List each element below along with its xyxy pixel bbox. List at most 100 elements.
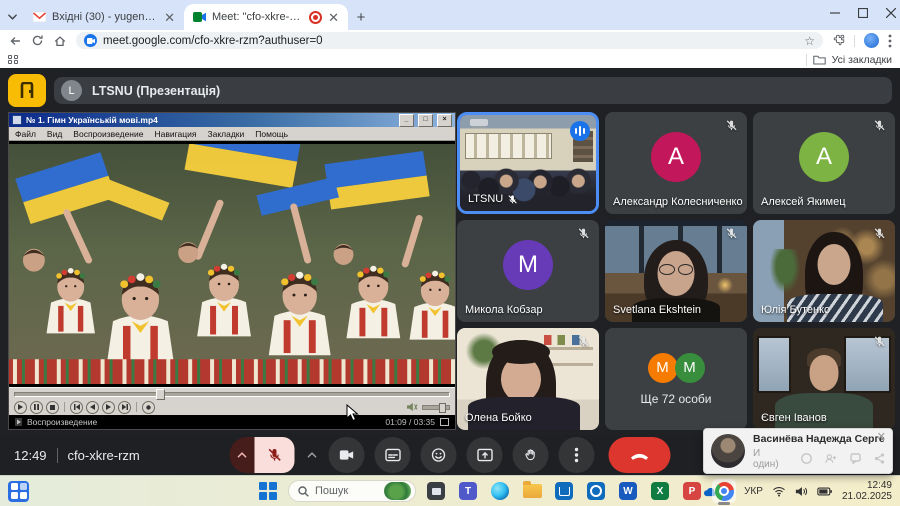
battery-icon[interactable] [817, 486, 833, 497]
more-participants-tile[interactable]: M M Ще 72 особи [605, 328, 747, 430]
notification-close-icon[interactable]: ✕ [877, 432, 886, 443]
add-contact-icon[interactable] [825, 453, 837, 464]
video-content[interactable] [9, 141, 455, 387]
edge-icon[interactable] [488, 479, 512, 503]
reactions-button[interactable] [421, 437, 457, 473]
participant-tile[interactable]: А Александр Колесниченко [605, 112, 747, 214]
excel-icon[interactable] [648, 479, 672, 503]
meet-page: L LTSNU (Презентація) № 1. Гімн Українсь… [0, 68, 900, 475]
menu-playback[interactable]: Воспроизведение [73, 129, 143, 139]
taskbar-search[interactable]: Пошук [288, 480, 416, 502]
taskbar-clock[interactable]: 12:49 21.02.2025 [842, 480, 892, 503]
apps-grid-icon[interactable] [8, 55, 18, 65]
stop-button[interactable] [46, 401, 59, 414]
language-indicator[interactable]: УКР [744, 486, 763, 497]
player-maximize-button[interactable]: □ [418, 114, 433, 127]
tab-close-icon[interactable]: ✕ [328, 11, 339, 24]
volume-muted-icon[interactable] [406, 402, 418, 412]
pdf-app-icon[interactable] [680, 479, 704, 503]
start-button[interactable] [256, 479, 280, 503]
camera-permission-icon[interactable] [84, 34, 97, 47]
camera-options-chevron[interactable] [305, 452, 319, 458]
mic-muted-icon [507, 194, 518, 205]
volume-thumb[interactable] [439, 403, 446, 413]
participant-name: LTSNU [468, 193, 503, 205]
new-tab-button[interactable]: + [348, 4, 374, 30]
participant-tile[interactable]: Юлія Бутенко [753, 220, 895, 322]
volume-icon[interactable] [795, 486, 808, 497]
share-icon[interactable] [874, 453, 885, 464]
pause-button[interactable] [30, 401, 43, 414]
participant-tile[interactable]: Євген Іванов [753, 328, 895, 430]
present-screen-button[interactable] [467, 437, 503, 473]
menu-navigation[interactable]: Навигация [154, 129, 196, 139]
participant-tile[interactable]: Олена Бойко [457, 328, 599, 430]
url-bar[interactable]: meet.google.com/cfo-xkre-rzm?authuser=0 … [76, 32, 823, 49]
snapshot-button[interactable] [142, 401, 155, 414]
skip-start-button[interactable] [70, 401, 83, 414]
mic-muted-icon [725, 227, 738, 240]
back-icon[interactable] [8, 34, 22, 48]
file-explorer-icon[interactable] [520, 479, 544, 503]
chrome-icon[interactable] [712, 479, 736, 503]
menu-help[interactable]: Помощь [255, 129, 288, 139]
ltsnu-app-icon[interactable] [8, 74, 46, 107]
playing-icon [15, 418, 22, 426]
step-forward-button[interactable] [102, 401, 115, 414]
participant-tile[interactable]: А Алексей Якимец [753, 112, 895, 214]
play-button[interactable] [14, 401, 27, 414]
menu-bookmarks[interactable]: Закладки [207, 129, 244, 139]
message-notification[interactable]: Васинёва Надежда Сергеевна И один) ✕ [703, 428, 893, 474]
wifi-icon[interactable] [772, 486, 786, 497]
window-controls [830, 2, 896, 24]
mic-toggle-button[interactable] [255, 437, 295, 473]
end-call-button[interactable] [609, 437, 671, 473]
profile-avatar[interactable] [864, 33, 879, 48]
volume-slider[interactable] [422, 405, 450, 410]
reload-icon[interactable] [31, 34, 44, 47]
close-button[interactable] [886, 8, 896, 18]
player-close-button[interactable]: × [437, 114, 452, 127]
browser-menu-icon[interactable] [888, 34, 892, 48]
player-window-icon [12, 115, 22, 125]
mic-muted-icon [725, 119, 738, 132]
participant-tile[interactable]: М Микола Кобзар [457, 220, 599, 322]
camera-toggle-button[interactable] [329, 437, 365, 473]
tab-close-icon[interactable]: ✕ [164, 11, 175, 24]
skip-end-button[interactable] [118, 401, 131, 414]
teams-icon[interactable] [456, 479, 480, 503]
mic-options-chevron[interactable] [230, 437, 255, 473]
tab-gmail[interactable]: Вхідні (30) - yugene4007@gm... ✕ [24, 4, 184, 30]
presentation-bar[interactable]: L LTSNU (Презентація) [54, 77, 892, 104]
all-bookmarks-label[interactable]: Усі закладки [832, 54, 892, 66]
word-icon[interactable] [616, 479, 640, 503]
maximize-button[interactable] [858, 8, 868, 18]
task-view-icon[interactable] [424, 479, 448, 503]
more-options-button[interactable] [559, 437, 595, 473]
step-back-button[interactable] [86, 401, 99, 414]
player-minimize-button[interactable]: _ [399, 114, 414, 127]
menu-view[interactable]: Вид [47, 129, 62, 139]
gmail-icon [33, 12, 46, 22]
bookmark-star-icon[interactable]: ☆ [804, 34, 815, 48]
seek-thumb[interactable] [156, 389, 165, 400]
outlook-icon[interactable] [584, 479, 608, 503]
minimize-button[interactable] [830, 8, 840, 18]
home-icon[interactable] [53, 34, 67, 48]
tab-meet[interactable]: Meet: "cfo-xkre-rzm" ✕ [184, 4, 348, 30]
raise-hand-button[interactable] [513, 437, 549, 473]
widgets-icon[interactable] [8, 481, 29, 502]
participant-tile-ltsnu[interactable]: LTSNU [457, 112, 599, 214]
seek-track[interactable] [14, 392, 450, 397]
player-title-bar[interactable]: № 1. Гімн Українській мові.mp4 _ □ × [9, 113, 455, 127]
extensions-icon[interactable] [832, 34, 845, 47]
captions-button[interactable] [375, 437, 411, 473]
chat-icon[interactable] [850, 453, 861, 464]
player-seek-bar[interactable] [9, 387, 455, 399]
microsoft-store-icon[interactable] [552, 479, 576, 503]
menu-file[interactable]: Файл [15, 129, 36, 139]
tab-search-icon[interactable] [0, 4, 24, 30]
like-icon[interactable] [801, 453, 812, 464]
notification-avatar [711, 434, 745, 468]
participant-tile[interactable]: Svetlana Ekshtein [605, 220, 747, 322]
